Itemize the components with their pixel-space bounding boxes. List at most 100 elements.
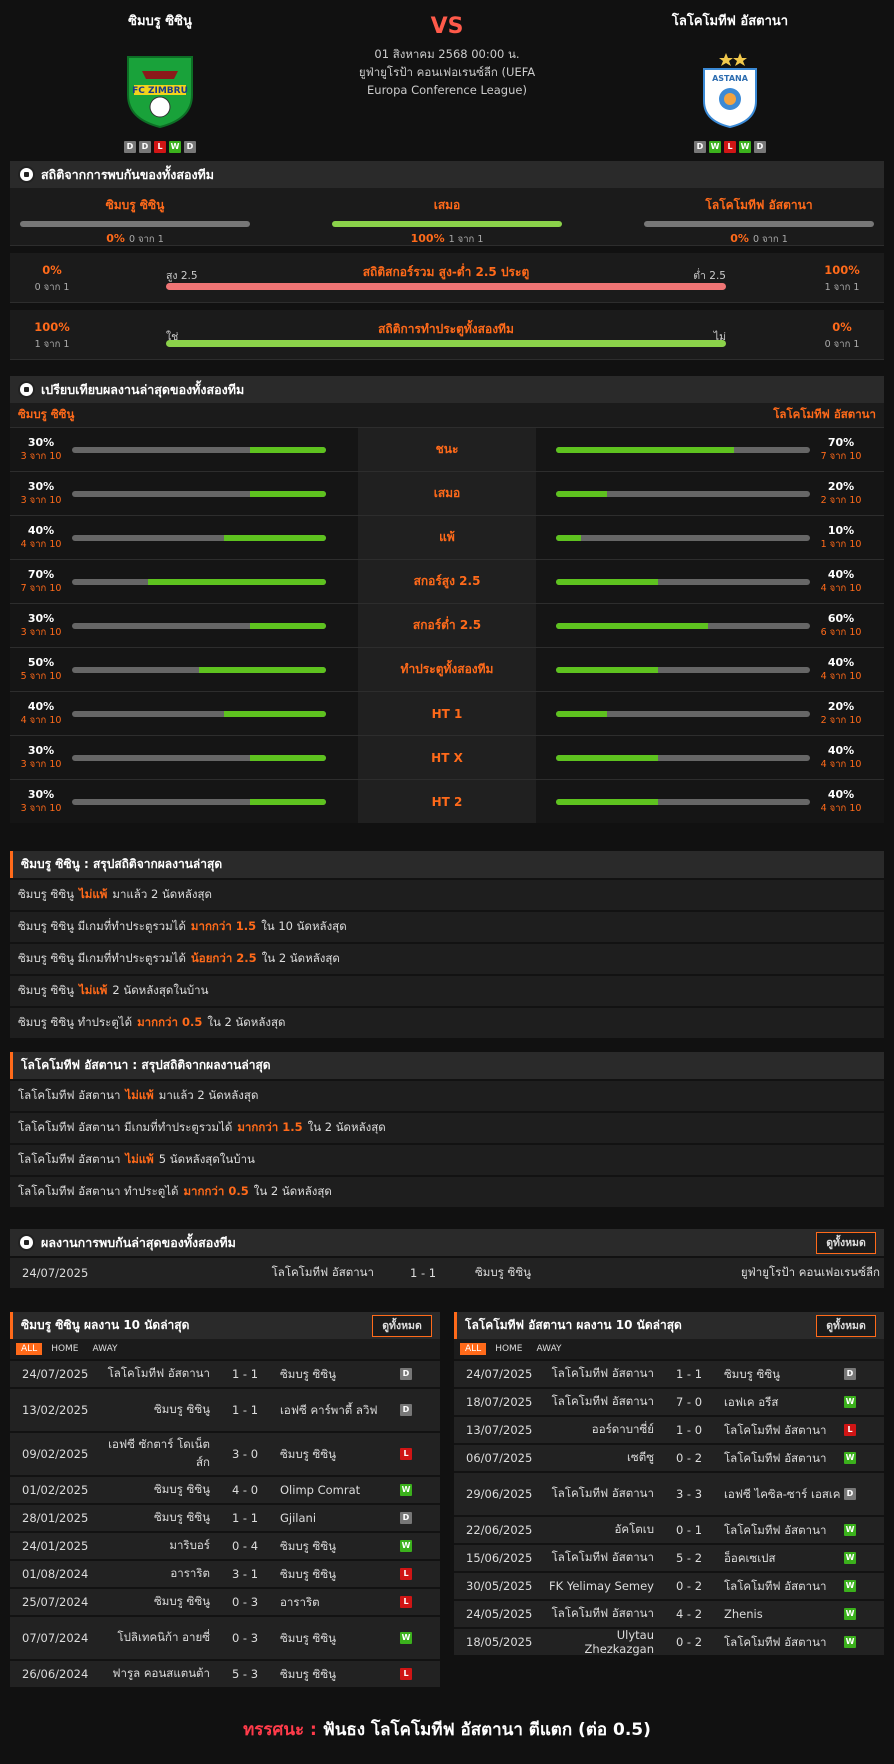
compare-away-cell: 40% 4 จาก 10 (536, 780, 884, 823)
tab-home[interactable]: HOME (46, 1343, 83, 1355)
h2h-result-row[interactable]: 24/07/2025 โลโคโมทีฟ อัสตานา 1 - 1 ซิมบร… (10, 1258, 884, 1288)
h2h-results-title: ผลงานการพบกันล่าสุดของทั้งสองทีม (41, 1234, 236, 1250)
summary-detail: ใน 2 นัดหลังสุด (307, 1120, 386, 1134)
h2h-draw-label: เสมอ (433, 198, 461, 212)
match-row[interactable]: 18/05/2025 Ulytau Zhezkazgan 0 - 2 โลโคโมที… (454, 1627, 884, 1656)
match-row[interactable]: 24/05/2025 โลโคโมทีฟ อัสตานา 4 - 2 Zhenis W (454, 1599, 884, 1627)
match-date: 07/07/2024 (22, 1631, 89, 1645)
compare-away-cell: 20% 2 จาก 10 (536, 692, 884, 735)
match-score: 0 - 2 (675, 1451, 703, 1465)
compare-away-count: 4 จาก 10 (820, 670, 862, 682)
tab-all[interactable]: ALL (460, 1343, 487, 1355)
match-row[interactable]: 15/06/2025 โลโคโมทีฟ อัสตานา 5 - 2 อ็อคเซเป… (454, 1543, 884, 1571)
compare-home-pct: 30% 3 จาก 10 (10, 480, 72, 508)
match-row[interactable]: 01/02/2025 ซิมบรู ซิซินู 4 - 0 Olimp Comrat… (10, 1475, 440, 1503)
h2h-stats-section: สถิติจากการพบกันของทั้งสองทีม ซิมบรู ซิซ… (10, 161, 884, 360)
match-score: 0 - 3 (231, 1631, 259, 1645)
compare-away-pct: 10% 1 จาก 10 (810, 524, 872, 552)
h2h-away-label: โลโคโมทีฟ อัสตานา (705, 198, 813, 212)
match-score: 1 - 1 (231, 1367, 259, 1381)
btts-left-pct: 100% (34, 320, 70, 334)
match-away: โลโคโมทีฟ อัสตานา (724, 1635, 827, 1649)
result-badge: W (844, 1524, 856, 1536)
match-competition: ยูฟ่ายูโรป้า คอนเฟอเรนซ์ลีก (UEFA Europa… (358, 65, 536, 97)
match-away: ซิมบรู ซิซินู (280, 1367, 336, 1381)
match-row[interactable]: 22/06/2025 อัคโตเบ 0 - 1 โลโคโมทีฟ อัสตานา W (454, 1515, 884, 1543)
result-badge: W (400, 1632, 412, 1644)
tab-home[interactable]: HOME (490, 1343, 527, 1355)
h2h-home-bar (20, 221, 250, 227)
ou-right-pct: 100% (824, 263, 860, 277)
summary-line: ซิมบรู ซิซินู ทำประตูได้ มากกว่า 0.5 ใน 2 … (10, 1006, 884, 1038)
compare-home-fill (148, 578, 326, 585)
compare-away-bar (556, 490, 810, 497)
match-row[interactable]: 24/01/2025 มาริบอร์ 0 - 4 ซิมบรู ซิซินู W (10, 1531, 440, 1559)
compare-home-value: 30% (27, 611, 55, 625)
compare-away-bar (556, 534, 810, 541)
match-date: 30/05/2025 (466, 1579, 533, 1593)
match-row[interactable]: 07/07/2024 โปลิเทคนิก้า อายซี่ 0 - 3 ซิมบรู… (10, 1615, 440, 1659)
match-row[interactable]: 25/07/2024 ซิมบรู ซิซินู 0 - 3 อาราริต L (10, 1587, 440, 1615)
tab-all[interactable]: ALL (16, 1343, 43, 1355)
match-score: 5 - 2 (675, 1551, 703, 1565)
compare-row-label: HT X (358, 736, 536, 779)
compare-row: 30% 3 จาก 10 เสมอ 20% 2 จาก 10 (10, 471, 884, 515)
last10-home-view-all[interactable]: ดูทั้งหมด (372, 1315, 432, 1337)
match-away: โลโคโมทีฟ อัสตานา (724, 1579, 827, 1593)
match-away: ซิมบรู ซิซินู (280, 1447, 336, 1461)
summary-subject: โลโคโมทีฟ อัสตานา ทำประตูได้ (18, 1184, 179, 1198)
compare-away-count: 2 จาก 10 (820, 714, 862, 726)
h2h-home-label: ซิมบรู ซิซินู (105, 198, 165, 212)
tab-away[interactable]: AWAY (532, 1343, 567, 1355)
compare-home-pct: 30% 3 จาก 10 (10, 788, 72, 816)
ou-right-count: 1 จาก 1 (824, 282, 860, 293)
compare-away-pct: 40% 4 จาก 10 (810, 568, 872, 596)
compare-row-label: HT 2 (358, 780, 536, 823)
compare-away-bar (556, 710, 810, 717)
last10-away-tabs: ALL HOME AWAY (454, 1339, 884, 1359)
h2h-stats-title: สถิติจากการพบกันของทั้งสองทีม (41, 166, 215, 182)
compare-home-fill (249, 446, 326, 453)
compare-home-value: 40% (27, 523, 55, 537)
h2h-view-all-button[interactable]: ดูทั้งหมด (816, 1232, 876, 1254)
summary-subject: โลโคโมทีฟ อัสตานา (18, 1152, 121, 1166)
soccer-ball-icon (18, 166, 35, 183)
h2h-away: ซิมบรู ซิซินู (475, 1265, 531, 1279)
compare-home-value: 50% (27, 655, 55, 669)
soccer-ball-icon (18, 1234, 35, 1251)
match-row[interactable]: 09/02/2025 เอฟซี ซักตาร์ โดเน็ตส์ก 3 - 0 ซิ… (10, 1431, 440, 1475)
compare-home-value: 30% (27, 787, 55, 801)
match-row[interactable]: 28/01/2025 ซิมบรู ซิซินู 1 - 1 Gjilani D (10, 1503, 440, 1531)
home-form: DDLWD (60, 141, 260, 153)
match-row[interactable]: 24/07/2025 โลโคโมทีฟ อัสตานา 1 - 1 ซิมบรู ซ… (454, 1359, 884, 1387)
compare-home-count: 3 จาก 10 (20, 626, 62, 638)
h2h-draw-col: เสมอ 100% 1 จาก 1 (327, 196, 567, 247)
summary-line: ซิมบรู ซิซินู มีเกมที่ทำประตูรวมได้ น้อยก… (10, 942, 884, 974)
match-row[interactable]: 18/07/2025 โลโคโมทีฟ อัสตานา 7 - 0 เอฟเค อร… (454, 1387, 884, 1415)
match-row[interactable]: 29/06/2025 โลโคโมทีฟ อัสตานา 3 - 3 เอฟซี ไค… (454, 1471, 884, 1515)
compare-home-pct: 40% 4 จาก 10 (10, 524, 72, 552)
home-team: ซิมบรู ซิซินู FC ZIMBRU DDLWD (60, 10, 260, 153)
form-badge: D (754, 141, 766, 153)
match-score: 5 - 3 (231, 1667, 259, 1681)
result-badge: D (844, 1488, 856, 1500)
match-row[interactable]: 24/07/2025 โลโคโมทีฟ อัสตานา 1 - 1 ซิมบรู ซ… (10, 1359, 440, 1387)
match-row[interactable]: 06/07/2025 เซตีซู 0 - 2 โลโคโมทีฟ อัสตานา W (454, 1443, 884, 1471)
compare-home-pct: 30% 3 จาก 10 (10, 612, 72, 640)
match-date: 26/06/2024 (22, 1667, 89, 1681)
match-score: 1 - 0 (675, 1423, 703, 1437)
match-row[interactable]: 13/07/2025 ออร์ดาบาซี่ย์ 1 - 0 โลโคโมทีฟ อั… (454, 1415, 884, 1443)
compare-home-cell: 40% 4 จาก 10 (10, 516, 358, 559)
match-row[interactable]: 13/02/2025 ซิมบรู ซิซินู 1 - 1 เอฟซี คาร์พา… (10, 1387, 440, 1431)
summary-highlight: น้อยกว่า 2.5 (190, 951, 257, 965)
compare-away-fill (556, 490, 607, 497)
tab-away[interactable]: AWAY (88, 1343, 123, 1355)
match-row[interactable]: 26/06/2024 ฟารูล คอนสแตนต้า 5 - 3 ซิมบรู ซิ… (10, 1659, 440, 1687)
ou-left-count: 0 จาก 1 (34, 282, 70, 293)
compare-away-pct: 20% 2 จาก 10 (810, 700, 872, 728)
compare-home-count: 7 จาก 10 (20, 582, 62, 594)
compare-away-fill (556, 754, 658, 761)
match-row[interactable]: 30/05/2025 FK Yelimay Semey 0 - 2 โลโคโมทีฟ… (454, 1571, 884, 1599)
match-row[interactable]: 01/08/2024 อาราริต 3 - 1 ซิมบรู ซิซินู L (10, 1559, 440, 1587)
last10-away-view-all[interactable]: ดูทั้งหมด (816, 1315, 876, 1337)
